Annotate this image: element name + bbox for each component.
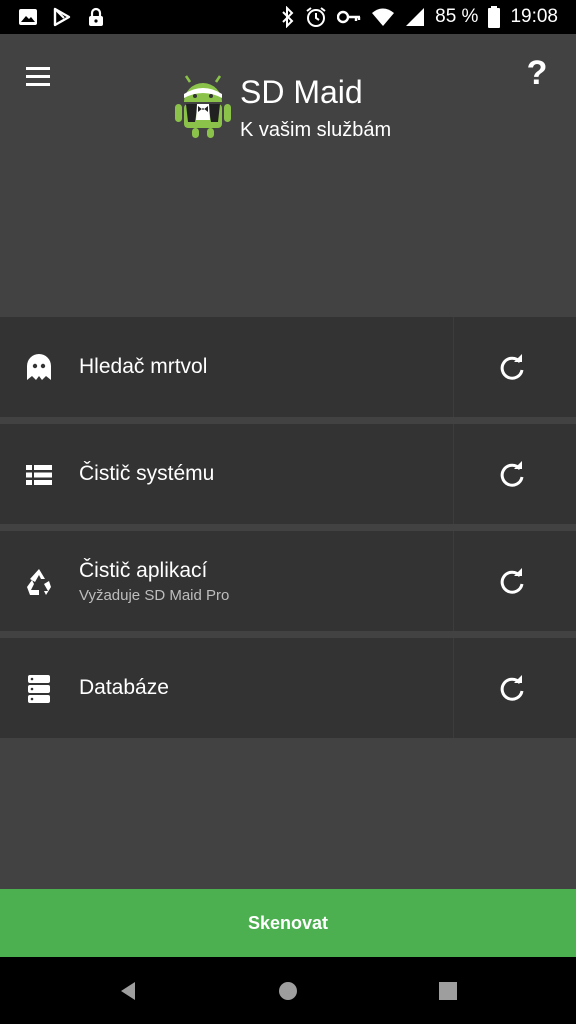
status-right-icons: 85 % 19:08 [281, 6, 558, 28]
status-left-icons [18, 7, 106, 27]
app-header: SD Maid K vašim službám ? [0, 34, 576, 316]
menu-button[interactable] [22, 62, 56, 92]
image-icon [19, 9, 37, 25]
divider [453, 638, 454, 738]
tool-text: Hledač mrtvol [79, 355, 207, 379]
tool-row-corpse-finder[interactable]: Hledač mrtvol [0, 317, 576, 417]
refresh-icon[interactable] [498, 568, 526, 596]
refresh-icon[interactable] [498, 354, 526, 382]
hamburger-icon [26, 67, 50, 86]
tool-label: Čistič aplikací [79, 558, 208, 582]
tool-row-databases[interactable]: Databáze [0, 638, 576, 738]
tool-row-system-cleaner[interactable]: Čistič systému [0, 424, 576, 524]
refresh-icon[interactable] [498, 461, 526, 489]
clock: 19:08 [510, 6, 558, 27]
battery-icon [488, 6, 501, 28]
divider [453, 317, 454, 417]
tool-label: Čistič systému [79, 462, 215, 485]
signal-icon [406, 8, 425, 26]
back-icon[interactable] [116, 979, 140, 1003]
ghost-icon [27, 354, 51, 380]
refresh-icon[interactable] [498, 675, 526, 703]
tool-text: Čistič systému [79, 462, 214, 486]
tool-list: Hledač mrtvol Čistič systému Čistič apli… [0, 317, 576, 745]
alarm-icon [306, 7, 326, 27]
play-store-icon [53, 7, 71, 27]
recents-icon[interactable] [436, 979, 460, 1003]
scan-button[interactable]: Skenovat [0, 889, 576, 957]
app-title: SD Maid [240, 74, 363, 110]
help-button[interactable]: ? [522, 54, 552, 94]
database-icon [28, 675, 50, 703]
divider [453, 424, 454, 524]
battery-percent: 85 % [435, 6, 479, 27]
key-icon [337, 10, 361, 24]
recycle-icon [27, 569, 51, 595]
lock-icon [89, 7, 103, 26]
bluetooth-icon [282, 6, 294, 28]
sd-maid-logo-icon [175, 75, 231, 138]
divider [453, 531, 454, 631]
tool-row-app-cleaner[interactable]: Čistič aplikací Vyžaduje SD Maid Pro [0, 531, 576, 631]
tool-label: Databáze [79, 676, 169, 699]
list-icon [26, 465, 52, 485]
home-icon[interactable] [276, 979, 300, 1003]
tool-sublabel: Vyžaduje SD Maid Pro [79, 586, 230, 604]
app-subtitle: K vašim službám [240, 119, 392, 141]
wifi-icon [372, 8, 395, 26]
tool-text: Databáze [79, 676, 169, 700]
navigation-bar [0, 957, 576, 1024]
status-bar: 85 % 19:08 [0, 0, 576, 34]
tool-label: Hledač mrtvol [79, 355, 208, 378]
tool-text: Čistič aplikací Vyžaduje SD Maid Pro [79, 559, 229, 604]
